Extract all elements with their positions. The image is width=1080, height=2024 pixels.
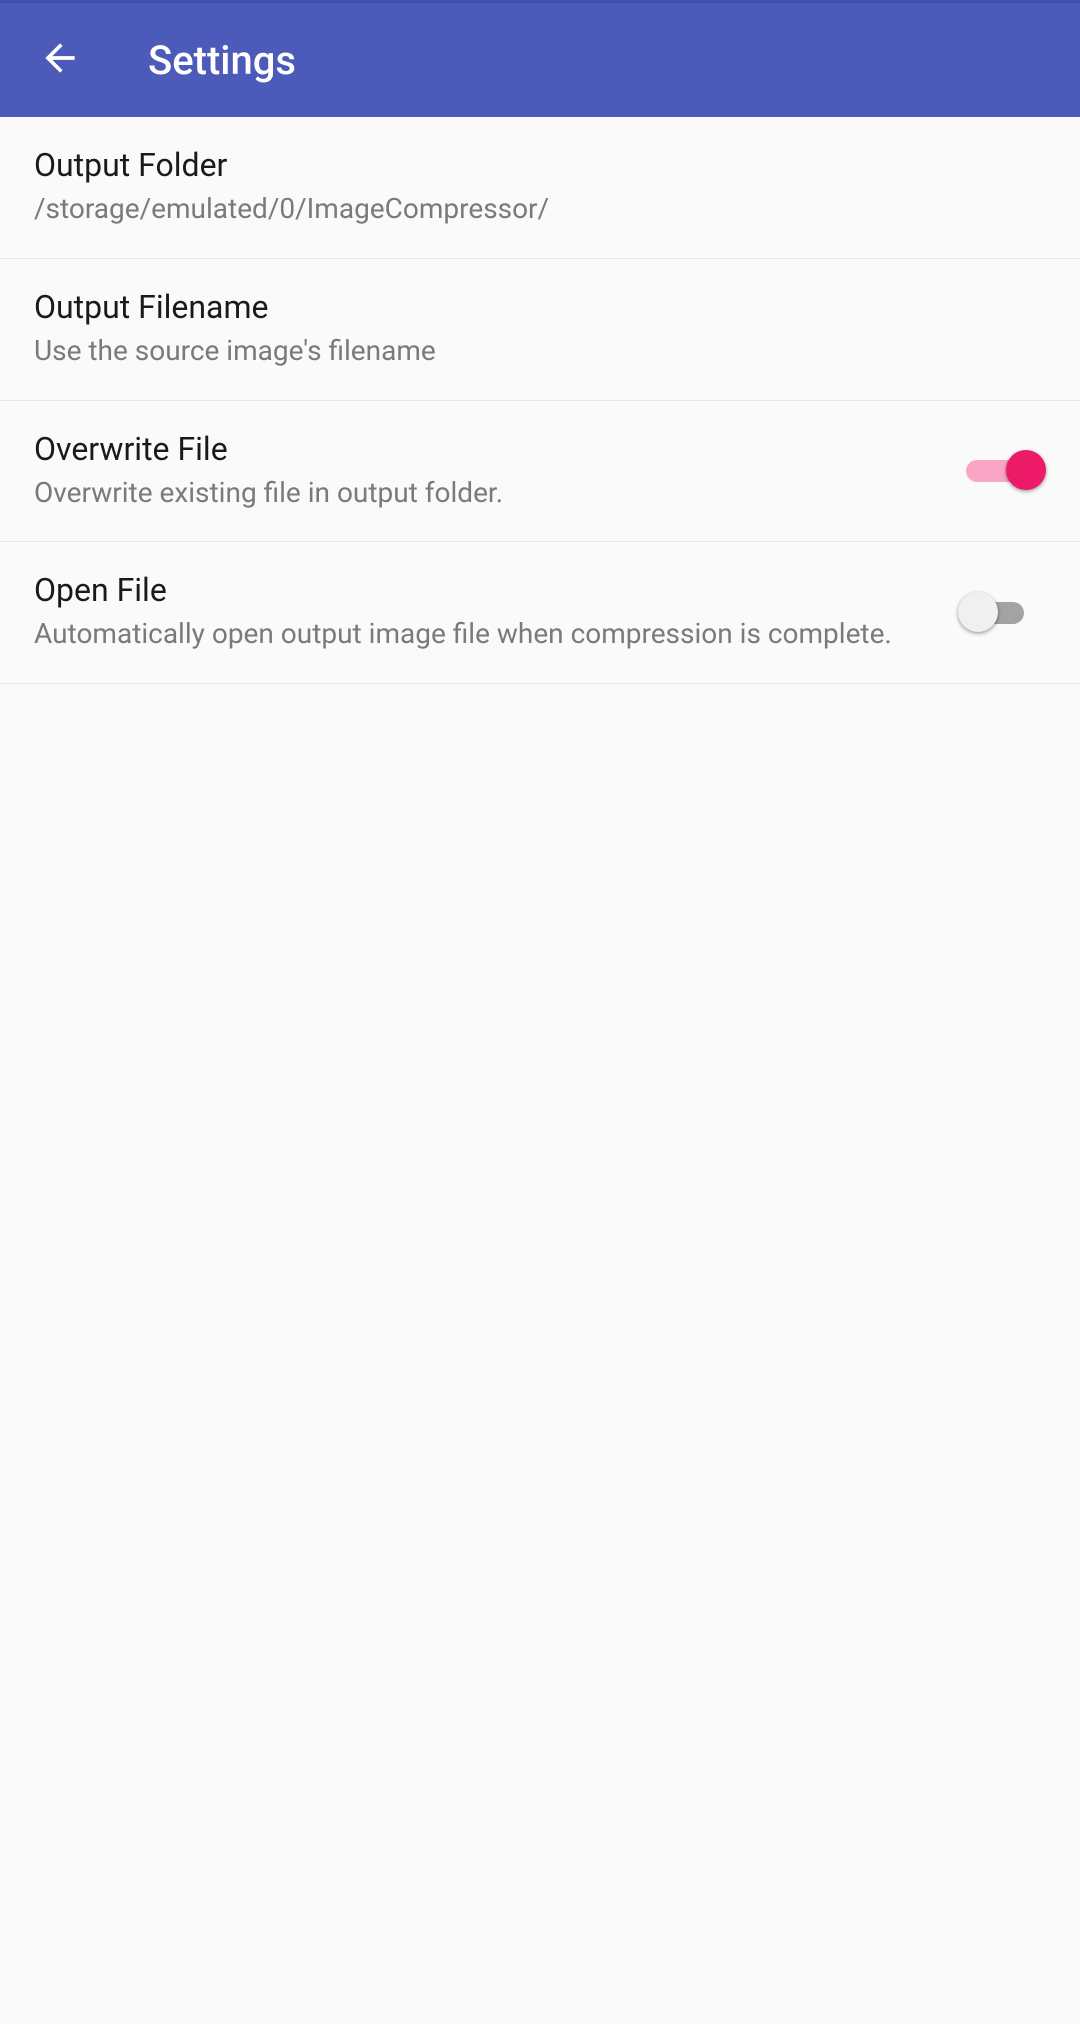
setting-text: Overwrite File Overwrite existing file i…	[34, 430, 966, 512]
toggle-thumb	[1006, 450, 1046, 490]
setting-overwrite-file[interactable]: Overwrite File Overwrite existing file i…	[0, 401, 1080, 543]
overwrite-file-toggle[interactable]	[966, 450, 1036, 490]
setting-subtitle: /storage/emulated/0/ImageCompressor/	[34, 190, 1026, 228]
setting-text: Output Folder /storage/emulated/0/ImageC…	[34, 146, 1046, 228]
setting-open-file[interactable]: Open File Automatically open output imag…	[0, 542, 1080, 684]
page-title: Settings	[148, 37, 296, 84]
back-button[interactable]	[30, 30, 90, 90]
app-bar: Settings	[0, 3, 1080, 117]
settings-list: Output Folder /storage/emulated/0/ImageC…	[0, 117, 1080, 684]
setting-text: Open File Automatically open output imag…	[34, 571, 966, 653]
setting-subtitle: Use the source image's filename	[34, 332, 1026, 370]
setting-subtitle: Automatically open output image file whe…	[34, 615, 946, 653]
toggle-thumb	[958, 592, 998, 632]
open-file-toggle[interactable]	[966, 592, 1036, 632]
setting-output-folder[interactable]: Output Folder /storage/emulated/0/ImageC…	[0, 117, 1080, 259]
setting-subtitle: Overwrite existing file in output folder…	[34, 474, 946, 512]
setting-title: Output Filename	[34, 288, 1026, 326]
setting-text: Output Filename Use the source image's f…	[34, 288, 1046, 370]
setting-title: Overwrite File	[34, 430, 946, 468]
arrow-back-icon	[38, 36, 82, 84]
setting-output-filename[interactable]: Output Filename Use the source image's f…	[0, 259, 1080, 401]
setting-title: Output Folder	[34, 146, 1026, 184]
setting-title: Open File	[34, 571, 946, 609]
